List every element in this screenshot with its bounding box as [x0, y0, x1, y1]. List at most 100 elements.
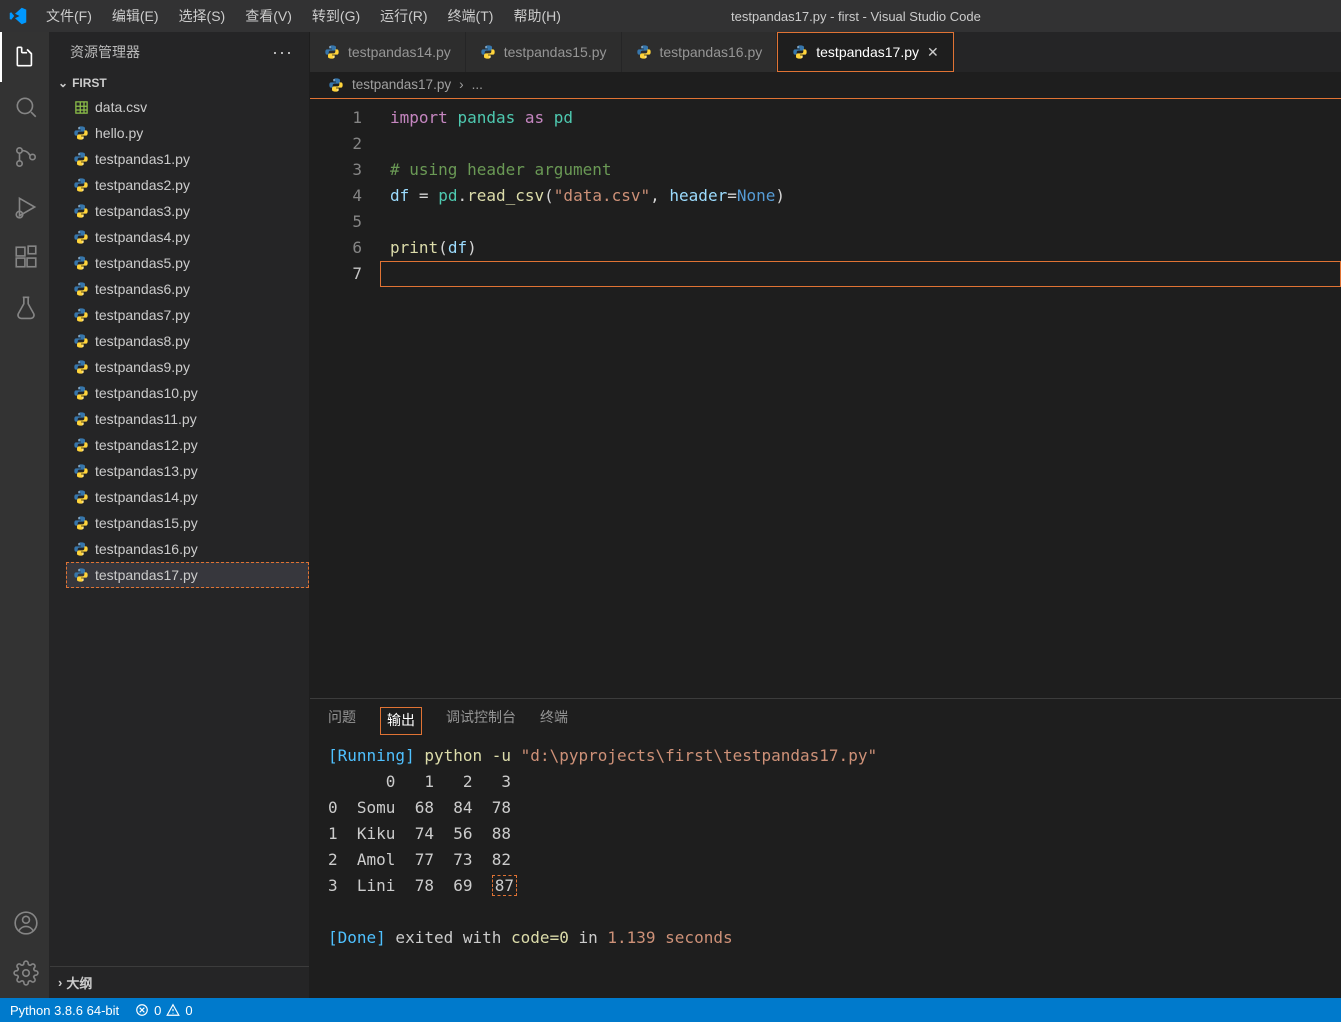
file-name: testpandas17.py	[95, 567, 198, 583]
python-icon	[73, 411, 89, 427]
file-name: testpandas1.py	[95, 151, 190, 167]
file-name: testpandas7.py	[95, 307, 190, 323]
search-icon[interactable]	[0, 82, 50, 132]
activity-bar	[0, 32, 50, 998]
file-name: testpandas8.py	[95, 333, 190, 349]
menu-item[interactable]: 文件(F)	[36, 0, 102, 32]
python-icon	[73, 385, 89, 401]
python-icon	[73, 489, 89, 505]
chevron-right-icon: ›	[58, 975, 62, 990]
file-name: data.csv	[95, 99, 147, 115]
file-item[interactable]: testpandas3.py	[66, 198, 309, 224]
code-content[interactable]: import pandas as pd # using header argum…	[380, 99, 1341, 698]
status-python[interactable]: Python 3.8.6 64-bit	[10, 1003, 119, 1018]
python-icon	[73, 151, 89, 167]
testing-icon[interactable]	[0, 282, 50, 332]
settings-gear-icon[interactable]	[0, 948, 50, 998]
file-item[interactable]: testpandas5.py	[66, 250, 309, 276]
file-item[interactable]: testpandas8.py	[66, 328, 309, 354]
file-name: hello.py	[95, 125, 143, 141]
file-item[interactable]: testpandas6.py	[66, 276, 309, 302]
python-icon	[792, 44, 808, 60]
menu-item[interactable]: 编辑(E)	[102, 0, 169, 32]
panel-tab[interactable]: 调试控制台	[446, 707, 516, 735]
sidebar-title: 资源管理器	[70, 42, 140, 62]
file-item[interactable]: hello.py	[66, 120, 309, 146]
menu-item[interactable]: 运行(R)	[370, 0, 437, 32]
tab-label: testpandas17.py	[816, 44, 919, 60]
python-icon	[73, 515, 89, 531]
file-name: testpandas12.py	[95, 437, 198, 453]
python-icon	[73, 541, 89, 557]
python-icon	[480, 44, 496, 60]
folder-header[interactable]: ⌄ FIRST	[50, 72, 309, 94]
extensions-icon[interactable]	[0, 232, 50, 282]
file-item[interactable]: testpandas2.py	[66, 172, 309, 198]
file-list: data.csv hello.py testpandas1.py testpandas…	[50, 94, 309, 966]
file-name: testpandas15.py	[95, 515, 198, 531]
python-icon	[73, 333, 89, 349]
editor-tab[interactable]: testpandas14.py	[310, 32, 466, 72]
file-item[interactable]: testpandas14.py	[66, 484, 309, 510]
file-item[interactable]: data.csv	[66, 94, 309, 120]
vscode-logo-icon	[0, 7, 36, 25]
menu-item[interactable]: 查看(V)	[235, 0, 302, 32]
editor-tab[interactable]: testpandas17.py ✕	[777, 32, 953, 72]
run-debug-icon[interactable]	[0, 182, 50, 232]
output-panel[interactable]: [Running] python -u "d:\pyprojects\first…	[310, 735, 1341, 998]
editor-tab[interactable]: testpandas16.py	[622, 32, 778, 72]
file-item[interactable]: testpandas15.py	[66, 510, 309, 536]
accounts-icon[interactable]	[0, 898, 50, 948]
breadcrumb-separator: ›	[459, 77, 464, 92]
explorer-icon[interactable]	[0, 32, 50, 82]
python-icon	[328, 77, 344, 93]
window-title: testpandas17.py - first - Visual Studio …	[571, 9, 1341, 24]
tab-label: testpandas16.py	[660, 44, 763, 60]
file-item[interactable]: testpandas12.py	[66, 432, 309, 458]
file-item[interactable]: testpandas10.py	[66, 380, 309, 406]
breadcrumb[interactable]: testpandas17.py › ...	[310, 72, 1341, 98]
file-item[interactable]: testpandas16.py	[66, 536, 309, 562]
python-icon	[73, 203, 89, 219]
file-name: testpandas9.py	[95, 359, 190, 375]
panel-tabs: 问题输出调试控制台终端	[310, 699, 1341, 735]
file-item[interactable]: testpandas7.py	[66, 302, 309, 328]
menu-item[interactable]: 终端(T)	[438, 0, 504, 32]
file-item[interactable]: testpandas1.py	[66, 146, 309, 172]
close-icon[interactable]: ✕	[927, 44, 939, 61]
status-problems[interactable]: 0 0	[135, 1003, 192, 1018]
editor-area: testpandas14.pytestpandas15.pytestpandas…	[310, 32, 1341, 998]
file-item[interactable]: testpandas4.py	[66, 224, 309, 250]
breadcrumb-tail: ...	[472, 77, 483, 92]
python-icon	[73, 255, 89, 271]
explorer-sidebar: 资源管理器 ··· ⌄ FIRST data.csv hello.py testpa…	[50, 32, 310, 998]
file-name: testpandas2.py	[95, 177, 190, 193]
file-item[interactable]: testpandas9.py	[66, 354, 309, 380]
file-name: testpandas4.py	[95, 229, 190, 245]
chevron-down-icon: ⌄	[58, 76, 68, 90]
file-name: testpandas13.py	[95, 463, 198, 479]
editor-tab[interactable]: testpandas15.py	[466, 32, 622, 72]
python-icon	[73, 437, 89, 453]
source-control-icon[interactable]	[0, 132, 50, 182]
panel-tab[interactable]: 问题	[328, 707, 356, 735]
warning-count: 0	[185, 1003, 192, 1018]
python-icon	[73, 281, 89, 297]
file-item[interactable]: testpandas11.py	[66, 406, 309, 432]
file-name: testpandas14.py	[95, 489, 198, 505]
file-name: testpandas16.py	[95, 541, 198, 557]
tab-label: testpandas14.py	[348, 44, 451, 60]
outline-section[interactable]: › 大纲	[50, 966, 309, 998]
sidebar-more-icon[interactable]: ···	[272, 42, 293, 63]
file-name: testpandas10.py	[95, 385, 198, 401]
menu-item[interactable]: 转到(G)	[302, 0, 370, 32]
code-editor[interactable]: 1234567 import pandas as pd # using head…	[310, 98, 1341, 698]
python-icon	[73, 567, 89, 583]
file-item[interactable]: testpandas13.py	[66, 458, 309, 484]
panel-tab[interactable]: 输出	[380, 707, 422, 735]
menu-item[interactable]: 选择(S)	[169, 0, 236, 32]
file-item[interactable]: testpandas17.py	[66, 562, 309, 588]
panel-tab[interactable]: 终端	[540, 707, 568, 735]
title-bar: 文件(F)编辑(E)选择(S)查看(V)转到(G)运行(R)终端(T)帮助(H)…	[0, 0, 1341, 32]
menu-item[interactable]: 帮助(H)	[503, 0, 570, 32]
